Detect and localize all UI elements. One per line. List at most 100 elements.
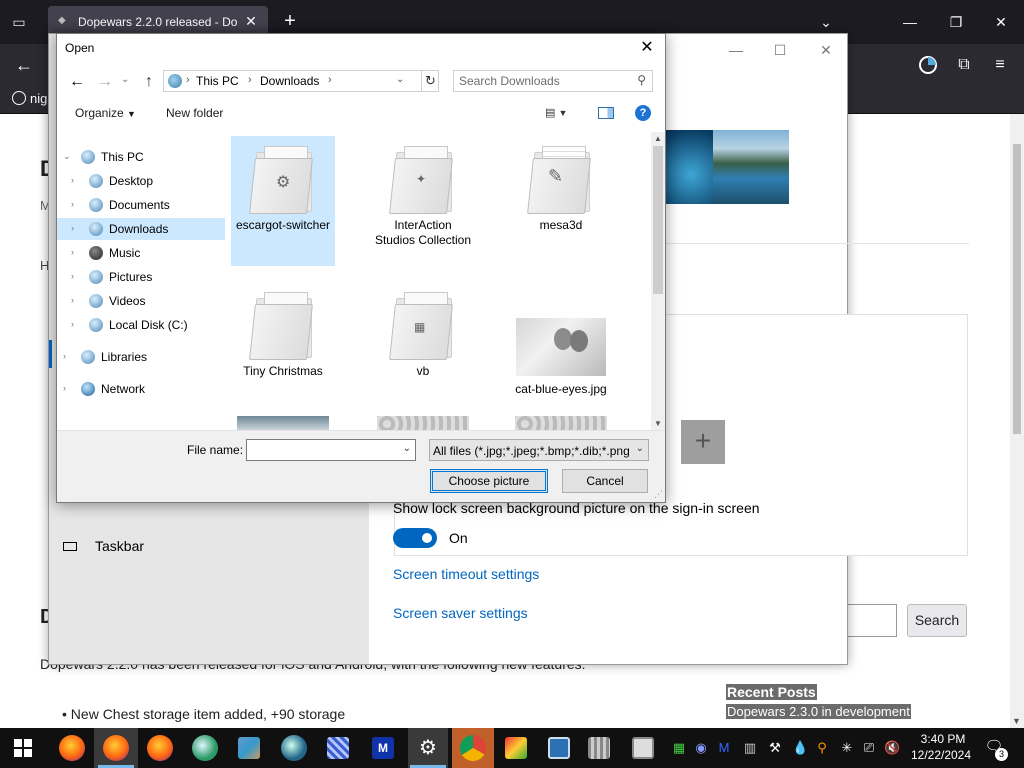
dialog-close-icon[interactable]: ✕ (635, 37, 659, 59)
new-folder-button[interactable]: New folder (166, 106, 223, 120)
lock-screen-toggle[interactable] (393, 528, 437, 548)
page-scrollbar-thumb[interactable] (1013, 144, 1021, 434)
search-downloads-box[interactable]: ⚲ (453, 70, 653, 92)
choose-picture-button[interactable]: Choose picture (430, 469, 548, 493)
tab-overflow-chevron-icon[interactable]: ⌄ (814, 10, 838, 34)
tray-asterisk-icon[interactable]: ✳ (840, 740, 854, 756)
sidebar-item-taskbar[interactable]: Taskbar (63, 538, 144, 554)
network-status-icon[interactable]: ⎚ (862, 740, 876, 756)
screen-saver-link[interactable]: Screen saver settings (393, 605, 528, 621)
app-icon[interactable] (281, 735, 307, 761)
file-name-input[interactable]: ⌄ (246, 439, 416, 461)
nav-item-pictures[interactable]: › Pictures (57, 266, 225, 288)
blog-search-input[interactable] (848, 604, 897, 637)
scroll-down-icon[interactable]: ▼ (1012, 716, 1021, 726)
collapsed-chevron-icon[interactable]: › (71, 247, 74, 257)
address-dropdown-icon[interactable]: ⌄ (396, 74, 404, 85)
settings-gear-icon[interactable]: ⚙ (417, 737, 439, 759)
firefox-icon[interactable] (147, 735, 173, 761)
chevron-down-icon[interactable]: ⌄ (403, 443, 411, 454)
nav-item-desktop[interactable]: › Desktop (57, 170, 225, 192)
file-type-select[interactable]: All files (*.jpg;*.jpeg;*.bmp;*.dib;*.pn… (429, 439, 649, 461)
extensions-progress-icon[interactable] (916, 53, 940, 77)
tab-close-icon[interactable]: ✕ (242, 12, 260, 30)
malwarebytes-tray-icon[interactable]: M (717, 740, 731, 756)
tray-app-icon[interactable]: ⚒ (768, 740, 782, 756)
organize-button[interactable]: Organize ▼ (75, 106, 136, 120)
cancel-button[interactable]: Cancel (562, 469, 648, 493)
app-icon[interactable] (548, 737, 570, 759)
tab-list-icon[interactable]: ▭ (8, 11, 30, 33)
breadcrumb-this-pc[interactable]: This PC (196, 74, 239, 88)
clock-time[interactable]: 3:40 PM (912, 732, 974, 746)
volume-muted-icon[interactable]: 🔇 (884, 740, 900, 756)
screen-timeout-link[interactable]: Screen timeout settings (393, 566, 539, 582)
settings-maximize-icon[interactable]: ☐ (765, 40, 795, 60)
firefox-icon[interactable] (103, 735, 129, 761)
chevron-down-icon[interactable]: ⌄ (636, 443, 644, 454)
recent-picture-lake[interactable] (713, 130, 789, 204)
forward-arrow-icon[interactable]: → (95, 72, 115, 92)
nav-item-this-pc[interactable]: ⌄ This PC (57, 146, 225, 168)
tray-search-icon[interactable]: ⚲ (815, 740, 829, 756)
minimize-icon[interactable]: — (898, 10, 922, 34)
nav-item-downloads[interactable]: › Downloads (57, 218, 225, 240)
app-icon[interactable] (588, 737, 610, 759)
app-icon[interactable] (505, 737, 527, 759)
back-arrow-icon[interactable]: ← (12, 53, 36, 77)
change-view-button[interactable]: ▤ ▼ (545, 106, 567, 119)
restore-icon[interactable]: ❐ (944, 10, 968, 34)
tray-droplet-icon[interactable]: 💧 (792, 740, 808, 756)
new-tab-button[interactable]: + (278, 10, 302, 34)
blog-search-button[interactable]: Search (907, 604, 967, 637)
collapsed-chevron-icon[interactable]: › (71, 319, 74, 329)
tray-app-icon[interactable]: ▥ (743, 740, 757, 756)
collapsed-chevron-icon[interactable]: › (71, 223, 74, 233)
folder-item[interactable]: ▦ vb (371, 282, 475, 402)
browse-photos-plus-icon[interactable]: + (681, 420, 725, 464)
scroll-down-icon[interactable]: ▼ (654, 419, 662, 428)
help-icon[interactable]: ? (635, 105, 651, 121)
nav-item-videos[interactable]: › Videos (57, 290, 225, 312)
app-icon[interactable] (238, 737, 260, 759)
settings-minimize-icon[interactable]: — (721, 40, 751, 60)
folder-item[interactable]: ⚙ escargot-switcher (231, 136, 335, 266)
breadcrumb-separator-icon[interactable]: › (328, 74, 332, 86)
nav-item-libraries[interactable]: › Libraries (57, 346, 225, 368)
refresh-icon[interactable]: ↻ (421, 70, 439, 92)
recent-locations-chevron-icon[interactable]: ⌄ (121, 74, 129, 85)
close-window-icon[interactable]: ✕ (989, 10, 1013, 34)
nav-item-network[interactable]: › Network (57, 378, 225, 400)
page-scrollbar[interactable]: ▼ (1010, 114, 1024, 728)
expanded-chevron-icon[interactable]: ⌄ (63, 151, 71, 162)
recent-post-link[interactable]: Dopewars 2.3.0 in development (726, 704, 911, 719)
scroll-up-icon[interactable]: ▲ (654, 134, 662, 143)
discord-icon[interactable]: ◉ (694, 740, 708, 756)
bookmark-item[interactable]: nig (12, 91, 47, 106)
collapsed-chevron-icon[interactable]: › (71, 175, 74, 185)
settings-close-icon[interactable]: ✕ (811, 40, 841, 60)
breadcrumb-separator-icon[interactable]: › (186, 74, 190, 86)
image-thumbnail-partial[interactable] (515, 416, 607, 430)
folder-item[interactable]: Tiny Christmas (231, 282, 335, 402)
back-arrow-icon[interactable]: ← (67, 72, 87, 92)
address-bar[interactable]: › This PC › Downloads › ⌄ (163, 70, 439, 92)
breadcrumb-separator-icon[interactable]: › (248, 74, 252, 86)
nav-item-music[interactable]: › Music (57, 242, 225, 264)
search-downloads-input[interactable] (459, 74, 629, 88)
firefox-icon[interactable] (59, 735, 85, 761)
folder-item[interactable]: ✎ mesa3d (509, 136, 613, 256)
collapsed-chevron-icon[interactable]: › (63, 351, 66, 361)
files-scrollbar-thumb[interactable] (653, 146, 663, 294)
up-arrow-icon[interactable]: ↑ (139, 72, 159, 92)
start-button[interactable] (14, 739, 32, 757)
folder-item[interactable]: ✦ InterAction Studios Collection (371, 136, 475, 282)
files-scrollbar[interactable]: ▲ ▼ (651, 132, 665, 430)
hamburger-menu-icon[interactable]: ≡ (988, 53, 1012, 77)
collapsed-chevron-icon[interactable]: › (71, 295, 74, 305)
app-icon[interactable] (327, 737, 349, 759)
nav-item-local-disk[interactable]: › Local Disk (C:) (57, 314, 225, 336)
breadcrumb-downloads[interactable]: Downloads (260, 74, 319, 88)
clock-date[interactable]: 12/22/2024 (908, 748, 974, 762)
collapsed-chevron-icon[interactable]: › (71, 199, 74, 209)
